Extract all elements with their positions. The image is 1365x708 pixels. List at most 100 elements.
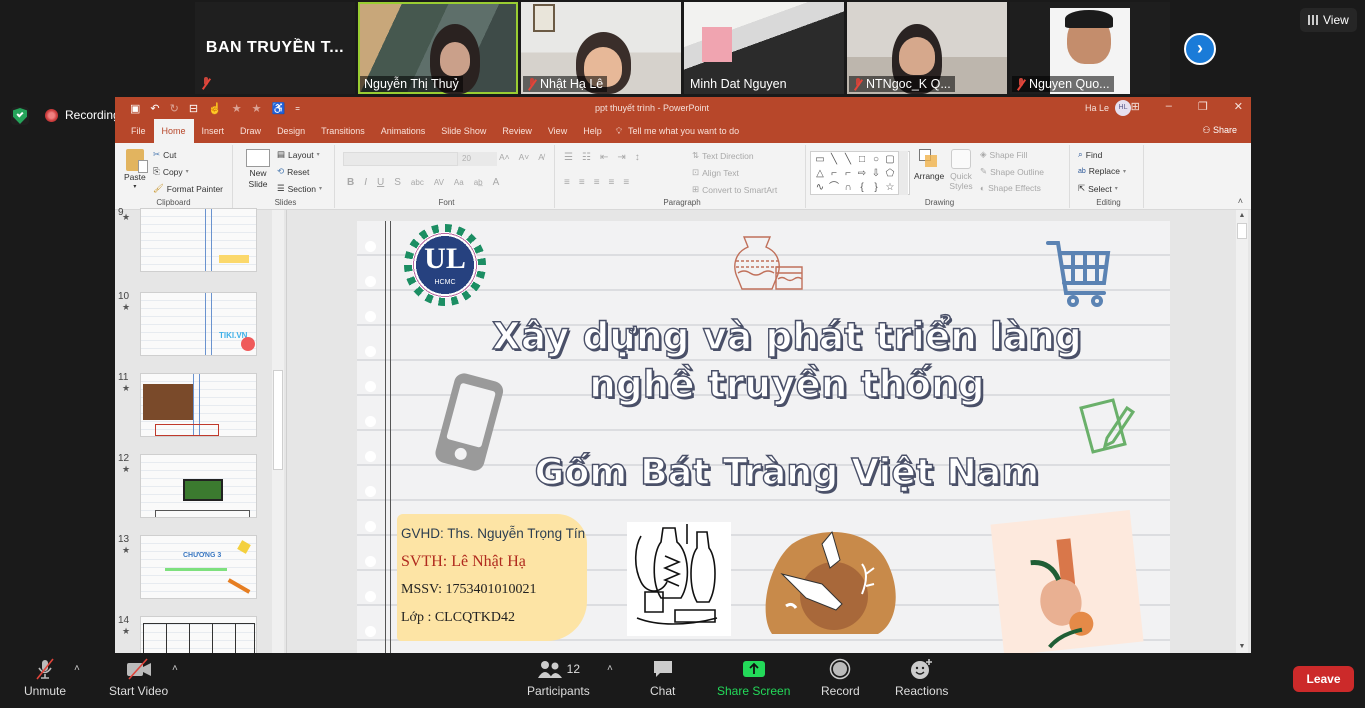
tab-home[interactable]: Home [153, 119, 194, 143]
present-icon[interactable]: ⊟ [189, 102, 198, 115]
oval-shape-icon[interactable]: ○ [869, 153, 883, 167]
thumbnails-scrollbar[interactable] [272, 210, 284, 653]
accessibility-icon[interactable]: ♿ [272, 102, 286, 115]
tab-animations[interactable]: Animations [373, 119, 434, 143]
copy-button[interactable]: ⎘ Copy ▾ [153, 166, 189, 177]
tab-help[interactable]: Help [575, 119, 610, 143]
font-size-dropdown[interactable]: 20 [457, 152, 497, 166]
tab-transitions[interactable]: Transitions [313, 119, 373, 143]
slide-scrollbar[interactable]: ▲ ▼ [1236, 210, 1248, 653]
tab-insert[interactable]: Insert [194, 119, 233, 143]
recording-indicator[interactable]: Recording [45, 108, 120, 122]
tab-view[interactable]: View [540, 119, 575, 143]
arrow-line-shape-icon[interactable]: ╲ [841, 153, 855, 167]
increase-font-icon[interactable]: A˄ [499, 152, 510, 162]
participant-tile[interactable]: Nhật Hạ Lê [521, 2, 681, 94]
increase-indent-icon[interactable]: ⇥ [617, 152, 625, 163]
leave-meeting-button[interactable]: Leave [1293, 666, 1354, 692]
star-icon[interactable]: ★ [252, 102, 262, 115]
change-case-button[interactable]: Aa [454, 178, 464, 187]
scroll-down-icon[interactable]: ▼ [1236, 641, 1248, 653]
slide-canvas[interactable]: UL HCMC Xây dựng và phát triển làng nghề… [357, 221, 1170, 653]
italic-button[interactable]: I [364, 177, 367, 188]
elbow-arrow-icon[interactable]: ⌐ [841, 167, 855, 181]
replace-button[interactable]: ab Replace ▾ [1078, 166, 1126, 176]
collapse-ribbon-icon[interactable]: ˄ [1238, 196, 1243, 206]
minimize-icon[interactable]: – [1166, 100, 1172, 113]
audio-options-chevron-icon[interactable]: ˄ [74, 663, 80, 674]
find-button[interactable]: ⌕ Find [1078, 149, 1102, 160]
ceramic-vase-icon[interactable] [732, 233, 807, 295]
participant-tile[interactable]: Nguyen Quo... [1010, 2, 1170, 94]
next-participants-button[interactable]: › [1184, 33, 1216, 65]
font-color-button[interactable]: A [493, 177, 500, 188]
character-spacing-button[interactable]: AV [434, 178, 444, 187]
video-options-chevron-icon[interactable]: ˄ [172, 663, 178, 674]
shapes-gallery[interactable]: ▭ ╲ ╲ □ ○ ▢ △ ⌐ ⌐ ⇨ ⇩ ⬠ ∿ ⌒ ∩{} ☆ [810, 151, 910, 195]
triangle-shape-icon[interactable]: △ [813, 167, 827, 181]
ribbon-display-icon[interactable]: ⊞ [1131, 100, 1140, 113]
save-icon[interactable]: ▣ [130, 102, 140, 115]
bold-button[interactable]: B [347, 177, 354, 188]
participant-tile[interactable]: BAN TRUYỀN T... [195, 2, 355, 94]
elbow-connector-icon[interactable]: ⌐ [827, 167, 841, 181]
text-direction-button[interactable]: ⇅ Text Direction [692, 150, 754, 161]
arrange-button[interactable]: Arrange [914, 149, 944, 181]
strikethrough-button[interactable]: abc [411, 178, 424, 187]
tab-design[interactable]: Design [269, 119, 313, 143]
scroll-up-icon[interactable]: ▲ [1236, 210, 1248, 222]
participants-button[interactable]: 12 Participants [527, 658, 590, 698]
tab-file[interactable]: File [123, 119, 154, 143]
select-button[interactable]: ⇱ Select ▾ [1078, 183, 1118, 194]
quick-styles-button[interactable]: Quick Styles [946, 149, 976, 191]
convert-smartart-button[interactable]: ⊞ Convert to SmartArt [692, 184, 777, 195]
reactions-button[interactable]: Reactions [895, 658, 948, 698]
scribble-shape-icon[interactable]: ∿ [813, 181, 827, 195]
university-logo[interactable]: UL HCMC [404, 224, 486, 306]
down-arrow-shape-icon[interactable]: ⇩ [869, 167, 883, 181]
unmute-button[interactable]: Unmute [24, 658, 66, 698]
view-button[interactable]: View [1300, 8, 1357, 32]
layout-button[interactable]: ▤ Layout ▾ [277, 149, 320, 160]
start-video-button[interactable]: Start Video [109, 658, 168, 698]
curve-shape-icon[interactable]: ∩ [841, 181, 855, 195]
account[interactable]: Ha Le HL [1085, 100, 1131, 116]
justify-icon[interactable]: ≡ [609, 177, 615, 188]
gallery-scroll[interactable] [898, 151, 908, 195]
close-icon[interactable]: ✕ [1234, 100, 1243, 113]
redo-icon[interactable]: ↻ [170, 102, 179, 115]
tell-me-search[interactable]: 💡︎ Tell me what you want to do [616, 119, 739, 143]
record-button[interactable]: Record [821, 658, 860, 698]
paste-button[interactable]: Paste ▾ [124, 149, 148, 190]
highlight-icon[interactable]: ab̲ [474, 178, 483, 187]
format-painter-button[interactable]: 🖌︎ Format Painter [153, 183, 223, 194]
customize-qat-icon[interactable]: = [295, 104, 300, 113]
bullets-icon[interactable]: ☰ [564, 152, 573, 163]
new-slide-button[interactable]: New Slide [244, 149, 272, 190]
star-shape-icon[interactable]: ☆ [883, 181, 897, 195]
columns-icon[interactable]: ≡ [623, 177, 629, 188]
security-shield-icon[interactable] [11, 107, 29, 125]
scrollbar-thumb[interactable] [273, 370, 283, 470]
slide-subtitle[interactable]: Gốm Bát Tràng Việt Nam [487, 449, 1087, 497]
arc-shape-icon[interactable]: ⌒ [827, 181, 841, 195]
tab-review[interactable]: Review [494, 119, 540, 143]
shape-fill-button[interactable]: ◈ Shape Fill [980, 149, 1027, 160]
pottery-sketch-image[interactable] [627, 522, 731, 636]
align-right-icon[interactable]: ≡ [594, 177, 600, 188]
vase-illustration-card[interactable] [990, 510, 1144, 653]
shape-outline-button[interactable]: ✎ Shape Outline [980, 166, 1044, 177]
freeform-shape-icon[interactable]: ⬠ [883, 167, 897, 181]
share-screen-button[interactable]: Share Screen [717, 658, 790, 698]
star-icon[interactable]: ★ [232, 102, 242, 115]
participant-tile[interactable]: Minh Dat Nguyen [684, 2, 844, 94]
share-button[interactable]: ⚇ Share [1202, 125, 1237, 136]
shopping-cart-icon[interactable] [1045, 233, 1111, 311]
participant-tile-active-speaker[interactable]: Nguyễn Thị Thuỷ [358, 2, 518, 94]
right-arrow-shape-icon[interactable]: ⇨ [855, 167, 869, 181]
tab-slide-show[interactable]: Slide Show [433, 119, 494, 143]
align-left-icon[interactable]: ≡ [564, 177, 570, 188]
right-brace-icon[interactable]: } [869, 181, 883, 195]
participants-options-chevron-icon[interactable]: ˄ [607, 663, 613, 674]
scrollbar-thumb[interactable] [1237, 223, 1247, 239]
